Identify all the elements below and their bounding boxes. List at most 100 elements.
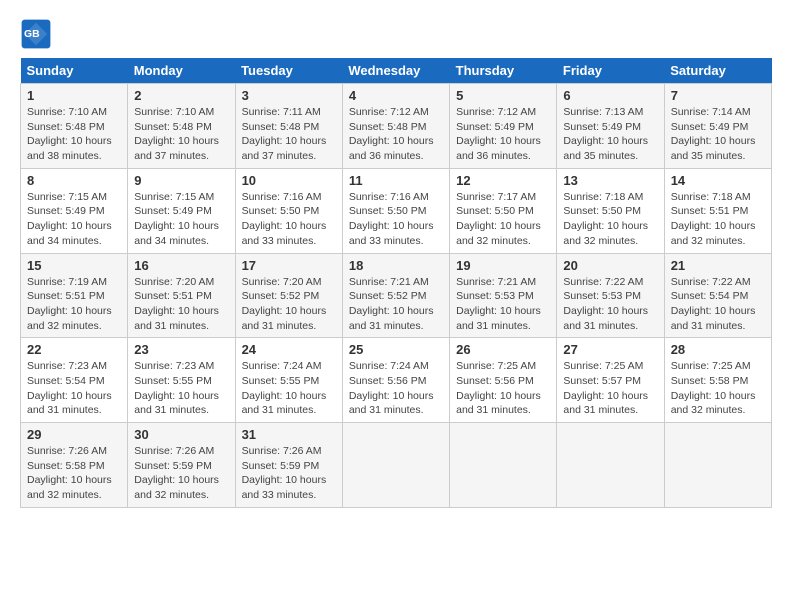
- calendar-cell: 7 Sunrise: 7:14 AM Sunset: 5:49 PM Daylig…: [664, 84, 771, 169]
- svg-text:GB: GB: [24, 29, 40, 40]
- day-info: Sunrise: 7:20 AM Sunset: 5:52 PM Dayligh…: [242, 275, 336, 334]
- calendar-cell: 6 Sunrise: 7:13 AM Sunset: 5:49 PM Daylig…: [557, 84, 664, 169]
- day-number: 9: [134, 173, 228, 188]
- calendar-cell: 5 Sunrise: 7:12 AM Sunset: 5:49 PM Daylig…: [450, 84, 557, 169]
- day-number: 15: [27, 258, 121, 273]
- day-number: 4: [349, 88, 443, 103]
- week-row-1: 1 Sunrise: 7:10 AM Sunset: 5:48 PM Daylig…: [21, 84, 772, 169]
- day-info: Sunrise: 7:25 AM Sunset: 5:56 PM Dayligh…: [456, 359, 550, 418]
- header-friday: Friday: [557, 58, 664, 84]
- header-wednesday: Wednesday: [342, 58, 449, 84]
- day-info: Sunrise: 7:12 AM Sunset: 5:48 PM Dayligh…: [349, 105, 443, 164]
- day-number: 3: [242, 88, 336, 103]
- day-number: 17: [242, 258, 336, 273]
- day-info: Sunrise: 7:24 AM Sunset: 5:56 PM Dayligh…: [349, 359, 443, 418]
- calendar-cell: 12 Sunrise: 7:17 AM Sunset: 5:50 PM Dayli…: [450, 168, 557, 253]
- calendar-cell: 1 Sunrise: 7:10 AM Sunset: 5:48 PM Daylig…: [21, 84, 128, 169]
- day-info: Sunrise: 7:15 AM Sunset: 5:49 PM Dayligh…: [134, 190, 228, 249]
- calendar-cell: 10Sunrise: 7:16 AM Sunset: 5:50 PM Dayli…: [235, 168, 342, 253]
- calendar-cell: [342, 423, 449, 508]
- calendar-cell: [557, 423, 664, 508]
- day-info: Sunrise: 7:25 AM Sunset: 5:57 PM Dayligh…: [563, 359, 657, 418]
- calendar-cell: 24Sunrise: 7:24 AM Sunset: 5:55 PM Dayli…: [235, 338, 342, 423]
- calendar-cell: 13Sunrise: 7:18 AM Sunset: 5:50 PM Dayli…: [557, 168, 664, 253]
- day-number: 6: [563, 88, 657, 103]
- day-info: Sunrise: 7:14 AM Sunset: 5:49 PM Dayligh…: [671, 105, 765, 164]
- day-info: Sunrise: 7:26 AM Sunset: 5:59 PM Dayligh…: [242, 444, 336, 503]
- logo-icon: GB: [20, 18, 52, 50]
- day-number: 8: [27, 173, 121, 188]
- calendar-cell: 16 Sunrise: 7:20 AM Sunset: 5:51 PM Dayli…: [128, 253, 235, 338]
- day-number: 16: [134, 258, 228, 273]
- day-number: 5: [456, 88, 550, 103]
- day-info: Sunrise: 7:23 AM Sunset: 5:55 PM Dayligh…: [134, 359, 228, 418]
- calendar-cell: 2Sunrise: 7:10 AM Sunset: 5:48 PM Daylig…: [128, 84, 235, 169]
- day-info: Sunrise: 7:25 AM Sunset: 5:58 PM Dayligh…: [671, 359, 765, 418]
- calendar-cell: 9 Sunrise: 7:15 AM Sunset: 5:49 PM Daylig…: [128, 168, 235, 253]
- calendar-cell: 8 Sunrise: 7:15 AM Sunset: 5:49 PM Daylig…: [21, 168, 128, 253]
- day-info: Sunrise: 7:15 AM Sunset: 5:49 PM Dayligh…: [27, 190, 121, 249]
- calendar-cell: 30 Sunrise: 7:26 AM Sunset: 5:59 PM Dayli…: [128, 423, 235, 508]
- day-number: 2: [134, 88, 228, 103]
- day-info: Sunrise: 7:11 AM Sunset: 5:48 PM Dayligh…: [242, 105, 336, 164]
- calendar-cell: 4 Sunrise: 7:12 AM Sunset: 5:48 PM Daylig…: [342, 84, 449, 169]
- calendar-cell: 28 Sunrise: 7:25 AM Sunset: 5:58 PM Dayli…: [664, 338, 771, 423]
- day-info: Sunrise: 7:22 AM Sunset: 5:53 PM Dayligh…: [563, 275, 657, 334]
- week-row-3: 15 Sunrise: 7:19 AM Sunset: 5:51 PM Dayli…: [21, 253, 772, 338]
- day-number: 19: [456, 258, 550, 273]
- calendar-cell: 27Sunrise: 7:25 AM Sunset: 5:57 PM Dayli…: [557, 338, 664, 423]
- day-info: Sunrise: 7:21 AM Sunset: 5:52 PM Dayligh…: [349, 275, 443, 334]
- calendar-cell: 14Sunrise: 7:18 AM Sunset: 5:51 PM Dayli…: [664, 168, 771, 253]
- day-number: 21: [671, 258, 765, 273]
- day-number: 10: [242, 173, 336, 188]
- day-number: 28: [671, 342, 765, 357]
- calendar-cell: 20Sunrise: 7:22 AM Sunset: 5:53 PM Dayli…: [557, 253, 664, 338]
- day-info: Sunrise: 7:12 AM Sunset: 5:49 PM Dayligh…: [456, 105, 550, 164]
- calendar-cell: 26 Sunrise: 7:25 AM Sunset: 5:56 PM Dayli…: [450, 338, 557, 423]
- header-monday: Monday: [128, 58, 235, 84]
- day-number: 7: [671, 88, 765, 103]
- week-row-4: 22Sunrise: 7:23 AM Sunset: 5:54 PM Dayli…: [21, 338, 772, 423]
- calendar-cell: [450, 423, 557, 508]
- day-number: 22: [27, 342, 121, 357]
- page-container: GB SundayMondayTuesdayWednesdayThursdayF…: [0, 0, 792, 518]
- header-saturday: Saturday: [664, 58, 771, 84]
- day-info: Sunrise: 7:26 AM Sunset: 5:58 PM Dayligh…: [27, 444, 121, 503]
- calendar-cell: 11Sunrise: 7:16 AM Sunset: 5:50 PM Dayli…: [342, 168, 449, 253]
- header-sunday: Sunday: [21, 58, 128, 84]
- day-number: 23: [134, 342, 228, 357]
- day-number: 24: [242, 342, 336, 357]
- calendar-cell: 25Sunrise: 7:24 AM Sunset: 5:56 PM Dayli…: [342, 338, 449, 423]
- day-info: Sunrise: 7:10 AM Sunset: 5:48 PM Dayligh…: [27, 105, 121, 164]
- day-info: Sunrise: 7:18 AM Sunset: 5:51 PM Dayligh…: [671, 190, 765, 249]
- day-number: 29: [27, 427, 121, 442]
- day-number: 1: [27, 88, 121, 103]
- calendar-table: SundayMondayTuesdayWednesdayThursdayFrid…: [20, 58, 772, 508]
- day-info: Sunrise: 7:16 AM Sunset: 5:50 PM Dayligh…: [349, 190, 443, 249]
- calendar-cell: 15 Sunrise: 7:19 AM Sunset: 5:51 PM Dayli…: [21, 253, 128, 338]
- day-info: Sunrise: 7:21 AM Sunset: 5:53 PM Dayligh…: [456, 275, 550, 334]
- day-number: 26: [456, 342, 550, 357]
- day-number: 13: [563, 173, 657, 188]
- logo: GB: [20, 18, 54, 50]
- calendar-cell: 18 Sunrise: 7:21 AM Sunset: 5:52 PM Dayli…: [342, 253, 449, 338]
- day-number: 18: [349, 258, 443, 273]
- day-info: Sunrise: 7:22 AM Sunset: 5:54 PM Dayligh…: [671, 275, 765, 334]
- header-area: GB: [20, 18, 772, 50]
- header-thursday: Thursday: [450, 58, 557, 84]
- calendar-cell: 21 Sunrise: 7:22 AM Sunset: 5:54 PM Dayli…: [664, 253, 771, 338]
- calendar-cell: 23 Sunrise: 7:23 AM Sunset: 5:55 PM Dayli…: [128, 338, 235, 423]
- day-info: Sunrise: 7:17 AM Sunset: 5:50 PM Dayligh…: [456, 190, 550, 249]
- day-info: Sunrise: 7:19 AM Sunset: 5:51 PM Dayligh…: [27, 275, 121, 334]
- day-number: 30: [134, 427, 228, 442]
- header-row: SundayMondayTuesdayWednesdayThursdayFrid…: [21, 58, 772, 84]
- day-number: 12: [456, 173, 550, 188]
- week-row-5: 29 Sunrise: 7:26 AM Sunset: 5:58 PM Dayli…: [21, 423, 772, 508]
- calendar-cell: 22Sunrise: 7:23 AM Sunset: 5:54 PM Dayli…: [21, 338, 128, 423]
- day-info: Sunrise: 7:26 AM Sunset: 5:59 PM Dayligh…: [134, 444, 228, 503]
- day-number: 31: [242, 427, 336, 442]
- calendar-cell: 17 Sunrise: 7:20 AM Sunset: 5:52 PM Dayli…: [235, 253, 342, 338]
- calendar-cell: 31 Sunrise: 7:26 AM Sunset: 5:59 PM Dayli…: [235, 423, 342, 508]
- day-info: Sunrise: 7:20 AM Sunset: 5:51 PM Dayligh…: [134, 275, 228, 334]
- day-info: Sunrise: 7:13 AM Sunset: 5:49 PM Dayligh…: [563, 105, 657, 164]
